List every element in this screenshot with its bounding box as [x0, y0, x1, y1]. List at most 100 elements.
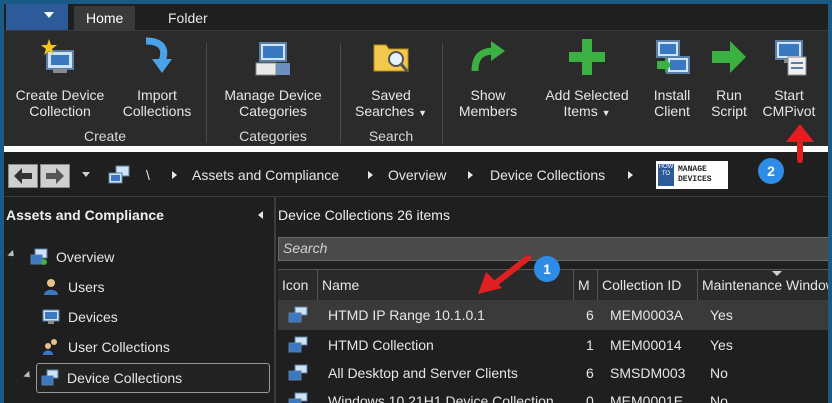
- add-selected-items-label: Add Selected Items: [545, 87, 629, 119]
- cell-maintenance-windows: No: [710, 393, 728, 403]
- details-pane-title: Device Collections 26 items: [278, 207, 450, 223]
- column-header-m[interactable]: M: [574, 270, 598, 300]
- tree-item-devices[interactable]: Devices: [42, 305, 242, 329]
- breadcrumb-separator-icon: [368, 171, 373, 179]
- address-bar: \ Assets and Compliance Overview Device …: [4, 152, 828, 197]
- cell-maintenance-windows: Yes: [710, 307, 733, 323]
- tree-item-label: Overview: [56, 249, 115, 265]
- cell-maintenance-windows: No: [710, 365, 728, 381]
- device-collections-icon: [41, 369, 59, 386]
- quick-access-dropdown-button[interactable]: [6, 4, 68, 30]
- ribbon-button-label: Add Selected Items ▼: [528, 87, 646, 121]
- ribbon-button-label: Import Collections: [122, 87, 192, 119]
- import-collections-button[interactable]: Import Collections: [112, 31, 202, 129]
- ribbon-button-label: Saved Searches ▼: [346, 87, 436, 121]
- ribbon-group-label-search: Search: [368, 128, 414, 144]
- manage-device-categories-button[interactable]: Manage Device Categories: [214, 31, 332, 129]
- annotation-arrow-1: [478, 255, 531, 294]
- show-members-button[interactable]: Show Members: [450, 31, 526, 129]
- back-arrow-icon: [14, 168, 32, 184]
- screenshot-frame: Home Folder Create Device Collection Imp…: [0, 0, 832, 403]
- ribbon-separator: [206, 43, 207, 143]
- devices-icon: [42, 309, 60, 324]
- item-count: 26 items: [397, 207, 450, 223]
- cell-collection-id: MEM0001E: [610, 393, 684, 403]
- cell-collection-id: MEM00014: [610, 337, 682, 353]
- run-script-button[interactable]: Run Script: [702, 31, 756, 129]
- breadcrumb-assets-and-compliance[interactable]: Assets and Compliance: [192, 164, 339, 186]
- cell-member-count: 1: [586, 337, 594, 353]
- tree-item-label: User Collections: [68, 339, 170, 355]
- green-curved-arrow-icon: [471, 41, 505, 72]
- add-selected-items-button[interactable]: Add Selected Items ▼: [528, 31, 646, 129]
- cell-name: HTMD Collection: [328, 337, 434, 353]
- manage-device-categories-icon: [255, 42, 290, 76]
- device-collection-icon: [288, 306, 308, 323]
- dropdown-arrow-icon: ▼: [601, 108, 611, 118]
- annotation-badge-2: 2: [758, 158, 784, 184]
- ribbon-button-label: Manage Device Categories: [224, 87, 322, 119]
- ribbon-button-label: Run Script: [711, 87, 747, 119]
- cell-member-count: 6: [586, 365, 594, 381]
- tree-collapse-icon[interactable]: [23, 370, 33, 381]
- annotation-arrow-2: [786, 124, 814, 163]
- green-plus-icon: [569, 39, 605, 75]
- breadcrumb-overview[interactable]: Overview: [388, 164, 446, 186]
- details-pane: Device Collections 26 items Icon Name M …: [276, 197, 828, 403]
- breadcrumb-device-collections[interactable]: Device Collections: [490, 164, 605, 186]
- overview-icon: [30, 248, 48, 265]
- ribbon-group-label-create: Create: [83, 128, 127, 144]
- cell-member-count: 0: [586, 393, 594, 403]
- cell-name: Windows 10 21H1 Device Collection: [328, 393, 554, 403]
- logo-badge: HOW TO: [658, 164, 674, 186]
- tab-folder[interactable]: Folder: [156, 6, 220, 30]
- table-row[interactable]: HTMD IP Range 10.1.0.1 6 MEM0003A Yes: [278, 300, 828, 330]
- tree-item-user-collections[interactable]: User Collections: [42, 335, 242, 359]
- navigation-pane: Assets and Compliance Overview Users Dev…: [4, 197, 276, 403]
- install-client-button[interactable]: Install Client: [644, 31, 700, 129]
- htmd-logo: HOW TO MANAGE DEVICES: [656, 161, 728, 189]
- table-row[interactable]: HTMD Collection 1 MEM00014 Yes: [278, 330, 828, 360]
- ribbon-button-label: Show Members: [458, 87, 518, 119]
- back-button[interactable]: [8, 164, 38, 188]
- ribbon-group-label-categories: Categories: [239, 128, 307, 144]
- table-row[interactable]: All Desktop and Server Clients 6 SMSDM00…: [278, 358, 828, 388]
- configmgr-console: Home Folder Create Device Collection Imp…: [4, 4, 828, 403]
- tree-item-users[interactable]: Users: [42, 275, 242, 299]
- breadcrumb-root[interactable]: \: [146, 164, 150, 186]
- navigation-pane-title: Assets and Compliance: [6, 207, 164, 223]
- device-collection-icon: [288, 364, 308, 381]
- sort-indicator-icon: [772, 271, 782, 276]
- search-input[interactable]: [279, 238, 807, 258]
- collapse-pane-icon[interactable]: [258, 211, 263, 219]
- create-device-collection-icon: [41, 39, 74, 73]
- forward-button[interactable]: [40, 164, 70, 188]
- user-icon: [44, 279, 58, 295]
- breadcrumb-separator-icon: [468, 171, 473, 179]
- tree-item-label: Devices: [68, 309, 118, 325]
- tree-item-overview[interactable]: Overview: [30, 245, 230, 269]
- annotation-badge-1: 1: [534, 256, 560, 282]
- saved-searches-button[interactable]: Saved Searches ▼: [346, 31, 436, 129]
- tree-collapse-icon[interactable]: [7, 249, 17, 260]
- create-device-collection-button[interactable]: Create Device Collection: [8, 31, 112, 129]
- breadcrumb-separator-icon: [172, 171, 177, 179]
- forward-arrow-icon: [46, 168, 64, 184]
- history-dropdown-icon[interactable]: [82, 172, 90, 177]
- tab-home[interactable]: Home: [74, 6, 136, 30]
- tree-item-device-collections[interactable]: Device Collections: [36, 363, 270, 393]
- user-collections-icon: [43, 339, 57, 355]
- column-header-collection-id[interactable]: Collection ID: [598, 270, 698, 300]
- cell-name: All Desktop and Server Clients: [328, 365, 518, 381]
- saved-searches-folder-icon: [373, 44, 409, 72]
- ribbon: Create Device Collection Import Collecti…: [4, 30, 828, 147]
- tree-item-label: Device Collections: [67, 370, 183, 386]
- start-cmpivot-button[interactable]: Start CMPivot: [754, 31, 824, 129]
- ribbon-button-label: Install Client: [653, 87, 691, 119]
- device-collection-icon: [288, 392, 308, 403]
- column-header-icon[interactable]: Icon: [278, 270, 318, 300]
- cell-member-count: 6: [586, 307, 594, 323]
- collection-title: Device Collections: [278, 207, 394, 223]
- column-header-maintenance-windows[interactable]: Maintenance Windows: [698, 270, 828, 300]
- table-row[interactable]: Windows 10 21H1 Device Collection 0 MEM0…: [278, 386, 828, 403]
